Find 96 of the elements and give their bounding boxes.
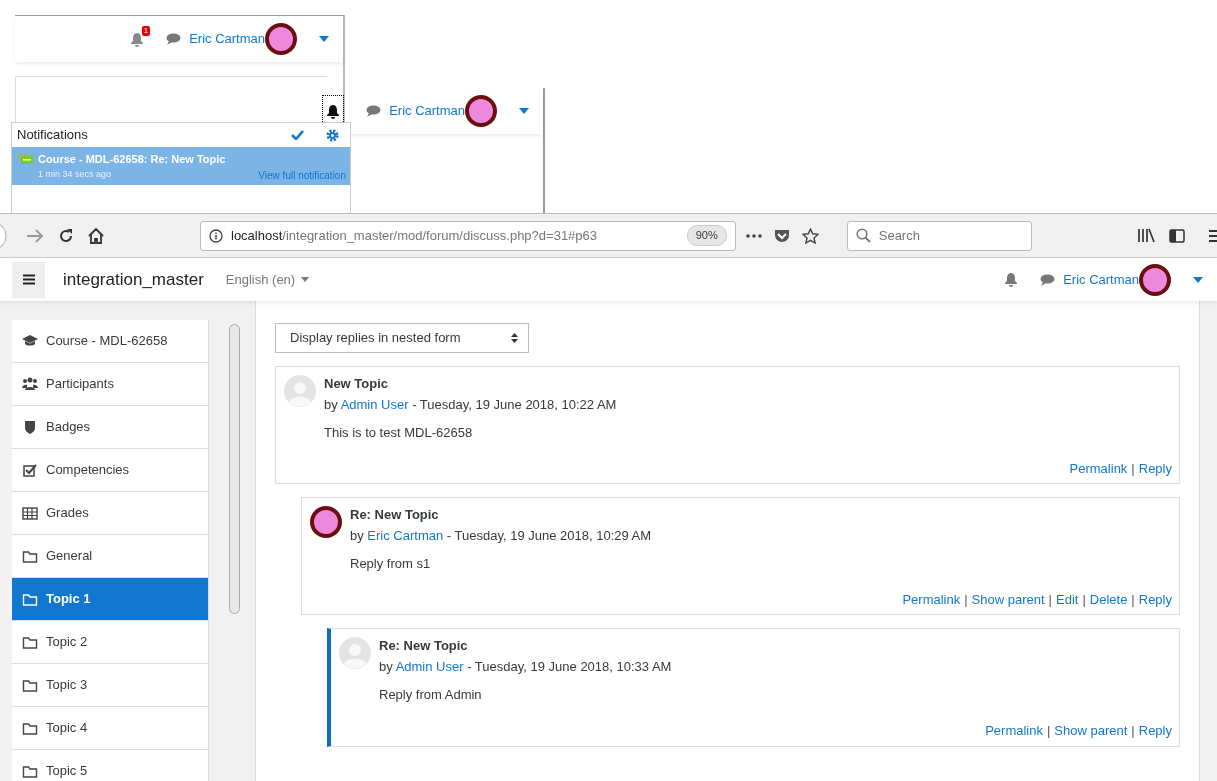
folder-icon [22, 720, 38, 736]
folder-icon [22, 548, 38, 564]
search-field[interactable]: Search [846, 220, 1032, 251]
post-action-link[interactable]: Show parent [1054, 723, 1128, 738]
author-link[interactable]: Eric Cartman [367, 527, 444, 543]
display-mode-select[interactable]: Display replies in nested form [275, 323, 529, 353]
separator: | [1048, 591, 1052, 607]
user-name-link[interactable]: Eric Cartman [1063, 269, 1139, 290]
search-input[interactable]: Search [876, 224, 1017, 247]
post-action-link[interactable]: Edit [1056, 591, 1079, 607]
notification-title: Course - MDL-62658: Re: New Topic [38, 152, 226, 167]
bell-icon[interactable] [326, 103, 341, 119]
menu-icon[interactable] [1209, 228, 1217, 243]
post-action-link[interactable]: Permalink [1069, 460, 1128, 476]
post-action-link[interactable]: Permalink [902, 591, 961, 607]
drawer-item[interactable]: Topic 5 [12, 750, 208, 781]
site-name[interactable]: integration_master [63, 266, 204, 293]
folder-icon [22, 763, 38, 779]
default-avatar-icon [284, 375, 316, 407]
folder-icon [22, 591, 38, 607]
pocket-icon[interactable] [773, 228, 790, 243]
separator: | [1131, 460, 1135, 476]
post-message: This is to test MDL-62658 [324, 424, 474, 442]
menu-button[interactable] [12, 261, 45, 298]
post-action-link[interactable]: Reply [1138, 723, 1172, 738]
post-message: Reply from Admin [379, 686, 483, 704]
post-subject: Re: New Topic [350, 506, 440, 524]
shield-icon [22, 419, 38, 435]
post-byline: by Admin User - Tuesday, 19 June 2018, 10:22 AM [324, 395, 618, 414]
home-icon[interactable] [88, 227, 104, 244]
post-action-link[interactable]: Reply [1138, 460, 1172, 476]
avatar-picture [310, 506, 342, 539]
caret-icon[interactable] [319, 36, 329, 42]
table-icon [22, 505, 38, 521]
message-icon [18, 153, 33, 166]
post-subject: New Topic [324, 375, 390, 393]
search-icon [855, 228, 871, 243]
library-icon[interactable] [1138, 228, 1155, 243]
separator: | [1082, 591, 1086, 607]
post-byline: by Eric Cartman - Tuesday, 19 June 2018, 10:29 AM [350, 526, 653, 545]
updown-arrows-icon [511, 333, 518, 343]
checkbox-icon [22, 462, 38, 478]
chat-icon[interactable] [1040, 273, 1056, 286]
forward-icon[interactable] [26, 228, 44, 243]
address-bar[interactable]: localhost/integration_master/mod/forum/discuss.php?d=31#p63 90% [200, 220, 736, 251]
separator: | [964, 591, 968, 607]
folder-icon [22, 677, 38, 693]
post-byline: by Admin User - Tuesday, 19 June 2018, 10:33 AM [379, 657, 673, 676]
avatar-picture [465, 95, 497, 127]
separator: | [1131, 723, 1135, 738]
post-action-link[interactable]: Show parent [971, 591, 1045, 607]
notification-count-badge: 1 [141, 25, 151, 36]
drawer-item[interactable]: Grades [12, 492, 208, 535]
caret-icon [301, 277, 310, 282]
drawer-item[interactable]: Topic 3 [12, 664, 208, 707]
user-name-link[interactable]: Eric Cartman [189, 29, 265, 49]
drawer-item[interactable]: Topic 2 [12, 621, 208, 664]
drawer-item[interactable]: Competencies [12, 449, 208, 492]
avatar-picture [1139, 263, 1171, 296]
info-icon [209, 228, 223, 243]
menu-icon [22, 274, 35, 285]
caret-icon[interactable] [1193, 276, 1203, 283]
author-link[interactable]: Admin User [340, 396, 409, 412]
settings-icon[interactable] [326, 128, 339, 142]
folder-icon [22, 634, 38, 650]
drawer-item[interactable]: Topic 1 [12, 578, 208, 621]
sidebar-icon[interactable] [1169, 228, 1185, 243]
author-link[interactable]: Admin User [395, 658, 464, 674]
post-subject: Re: New Topic [379, 637, 469, 655]
avatar-picture [265, 23, 297, 55]
more-icon[interactable] [745, 233, 762, 238]
drawer-item[interactable]: Badges [12, 406, 208, 449]
chat-icon[interactable] [166, 33, 182, 45]
post-action-link[interactable]: Permalink [985, 723, 1043, 738]
check-icon[interactable] [291, 130, 304, 140]
post-action-link[interactable]: Reply [1138, 591, 1172, 607]
drawer-item[interactable]: Participants [12, 363, 208, 406]
people-icon [22, 376, 38, 392]
language-menu[interactable]: English (en) [225, 269, 310, 290]
reload-icon[interactable] [58, 227, 74, 244]
notification-time: 1 min 34 secs ago [38, 167, 112, 181]
url-text: localhost/integration_master/mod/forum/discuss.php?d=31#p63 [231, 226, 598, 245]
caret-icon[interactable] [519, 108, 529, 114]
separator: | [1131, 591, 1135, 607]
popover-title: Notifications [17, 126, 88, 145]
chat-icon[interactable] [366, 105, 382, 117]
post-message: Reply from s1 [350, 555, 432, 573]
user-name-link[interactable]: Eric Cartman [389, 101, 465, 121]
drawer-item[interactable]: Topic 4 [12, 707, 208, 750]
drawer-item[interactable]: Course - MDL-62658 [12, 320, 208, 363]
separator: | [1046, 723, 1051, 738]
zoom-level-badge[interactable]: 90% [686, 225, 727, 246]
default-avatar-icon [339, 637, 371, 670]
post-action-link[interactable]: Delete [1089, 591, 1128, 607]
scrollbar-thumb[interactable] [229, 324, 240, 614]
star-icon[interactable] [801, 227, 819, 244]
